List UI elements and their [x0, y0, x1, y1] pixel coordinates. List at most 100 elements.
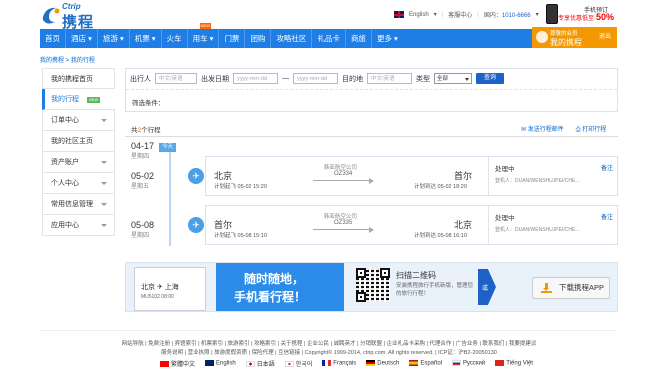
- footer-copyright[interactable]: 服务说明 | 营业执照 | 旅游度假资质 | 保险代理 | 互信链接 | Cop…: [0, 348, 658, 356]
- app-promo-line2[interactable]: 专享优惠低至: [558, 13, 594, 22]
- footer-links[interactable]: 网站导航 | 免费注册 | 宾馆索引 | 机票索引 | 旅游索引 | 攻略索引 …: [0, 339, 658, 347]
- sidebar-item-info[interactable]: 常用信息管理: [42, 194, 115, 215]
- airline-name: 韩亚航空公司: [324, 214, 358, 220]
- flight-number: OZ335: [334, 220, 353, 226]
- departure-city: 北京: [214, 171, 233, 181]
- nav-item-giftcard[interactable]: 礼品卡: [312, 29, 346, 48]
- banner-slogan-1: 随时随地，: [244, 272, 305, 286]
- lang-ko[interactable]: 한국어: [284, 359, 312, 368]
- departure-time: 计划起飞 05-02 15:20: [214, 184, 267, 190]
- nav-item-flight[interactable]: 机票 ▾: [130, 29, 162, 48]
- lang-en[interactable]: English: [205, 360, 236, 367]
- lang-es[interactable]: Español: [409, 360, 442, 367]
- nav-item-hotel[interactable]: 酒店 ▾: [66, 29, 98, 48]
- flight-number: OZ334: [334, 171, 353, 177]
- divider: [125, 136, 618, 137]
- trip-card[interactable]: 北京 计划起飞 05-02 15:20 韩亚航空公司 OZ334 首尔 计划到达…: [205, 156, 618, 196]
- traveler-input[interactable]: 中文/英语: [155, 73, 197, 84]
- nav-item-community[interactable]: 攻略社区: [271, 29, 313, 48]
- sidebar-item-my-trips[interactable]: 我的行程 NEW: [42, 89, 115, 110]
- service-center-link[interactable]: 客服中心: [448, 10, 472, 19]
- order-status: 处理中: [495, 166, 515, 173]
- divider: [40, 330, 617, 331]
- chevron-down-icon: [101, 203, 107, 206]
- nav-item-tickets[interactable]: 门票: [219, 29, 246, 48]
- destination-input[interactable]: 中文/英语: [367, 73, 412, 84]
- date-label: 出发日期: [201, 75, 229, 83]
- sidebar-item-home[interactable]: 我的携程首页: [42, 68, 115, 89]
- new-badge: NEW: [199, 23, 211, 29]
- chevron-down-icon[interactable]: ▾: [434, 11, 437, 18]
- lang-vi[interactable]: Tiếng Việt: [495, 360, 533, 367]
- remark-link[interactable]: 备注: [601, 163, 613, 172]
- or-label: 或: [482, 286, 489, 292]
- logo-icon[interactable]: [40, 4, 62, 26]
- lang-fr[interactable]: Français: [322, 360, 356, 367]
- send-email-link[interactable]: ✉ 发送行程邮件: [521, 124, 564, 134]
- nav-item-car[interactable]: 用车 ▾ NEW: [188, 23, 220, 48]
- today-badge: 今天: [159, 143, 177, 152]
- nav-item-more[interactable]: 更多 ▾: [372, 29, 403, 48]
- breadcrumb[interactable]: 我的携程 > 我的行程: [40, 55, 95, 64]
- flag-icon: [495, 360, 505, 367]
- sidebar-item-apps[interactable]: 应用中心: [42, 215, 115, 236]
- nav-item-groupbuy[interactable]: 团购: [245, 29, 272, 48]
- sidebar-item-orders[interactable]: 订单中心: [42, 110, 115, 131]
- date-group: 05-08 星期四: [131, 220, 154, 239]
- print-link[interactable]: ⎙ 打印行程: [576, 124, 606, 134]
- trip-card[interactable]: 首尔 计划起飞 05-08 15:10 韩亚航空公司 OZ335 北京 计划到达…: [205, 205, 618, 245]
- nav-item-train[interactable]: 火车: [162, 29, 188, 48]
- main-nav: 首页 酒店 ▾ 旅游 ▾ 机票 ▾ 火车 用车 ▾ NEW 门票 团购 攻略社区 …: [40, 23, 617, 48]
- app-banner: 北京 ✈ 上海 MU5102 08:00 随时随地， 手机看行程！ 扫描二维码 …: [125, 262, 618, 312]
- sidebar-item-profile[interactable]: 个人中心: [42, 173, 115, 194]
- logout-link[interactable]: 退出: [599, 31, 611, 40]
- nav-item-travel[interactable]: 旅游 ▾: [98, 29, 130, 48]
- trip-date: 05-02: [131, 171, 155, 181]
- departure-time: 计划起飞 05-08 15:10: [214, 233, 267, 239]
- my-ctrip-link[interactable]: 我的携程: [550, 37, 582, 48]
- nav-item-home[interactable]: 首页: [40, 29, 66, 48]
- date-to-input[interactable]: yyyy-mm-dd: [293, 73, 338, 84]
- flag-icon: [284, 361, 294, 368]
- member-box[interactable]: 尊敬的会员 我的携程 退出: [532, 27, 617, 48]
- flag-icon: [245, 361, 255, 368]
- sidebar-item-community[interactable]: 我的社区主页: [42, 131, 115, 152]
- remark-link[interactable]: 备注: [601, 212, 613, 221]
- trip-count: 共2个行程: [131, 127, 161, 134]
- lang-ru[interactable]: Русский: [452, 360, 485, 367]
- arrow-right-icon: [313, 178, 374, 184]
- sidebar-item-assets[interactable]: 资产账户: [42, 152, 115, 173]
- banner-slogan-2: 手机看行程！: [234, 290, 307, 304]
- arrival-city: 首尔: [454, 171, 473, 181]
- lang-zh-tw[interactable]: 繁體中文: [160, 359, 195, 368]
- top-links: English ▾ | 客服中心 | 国内：1010-6666 ▾: [394, 10, 539, 19]
- date-from-input[interactable]: yyyy-mm-dd: [233, 73, 278, 84]
- chevron-down-icon: [101, 161, 107, 164]
- date-separator: —: [282, 75, 289, 82]
- domestic-phone: 1010-6666: [501, 13, 531, 19]
- language-links: 繁體中文 English 日本語 한국어 Français Deutsch Es…: [160, 359, 533, 368]
- arrival-time: 计划到达 05-08 16:10: [414, 233, 467, 239]
- destination-label: 目的地: [342, 75, 363, 83]
- uk-flag-icon: [394, 11, 404, 18]
- nav-item-business[interactable]: 商旅: [346, 29, 372, 48]
- member-label: 尊敬的会员: [550, 31, 578, 37]
- domestic-label: 国内：: [483, 13, 502, 19]
- lang-de[interactable]: Deutsch: [366, 360, 399, 367]
- app-promo-pct[interactable]: 50%: [596, 12, 614, 22]
- lang-ja[interactable]: 日本語: [245, 359, 275, 368]
- chevron-down-icon[interactable]: ▾: [536, 11, 539, 18]
- plane-icon: ✈: [188, 217, 204, 233]
- flag-icon: [205, 360, 215, 367]
- arrival-city: 北京: [454, 220, 473, 230]
- type-select[interactable]: 全部: [434, 73, 472, 84]
- download-icon: [541, 283, 552, 293]
- timeline-line: [169, 150, 171, 246]
- status-column: 处理中 备注 登机人：DUAN/WENSHUJPEI/CHE...: [488, 157, 619, 195]
- query-button[interactable]: 查询: [476, 73, 505, 84]
- language-link[interactable]: English: [409, 12, 429, 18]
- download-app-button[interactable]: 下载携程APP: [532, 277, 610, 299]
- passenger-names: 登机人：DUAN/WENSHUJPEI/CHE...: [495, 178, 580, 184]
- mobile-phone-icon[interactable]: [546, 4, 558, 24]
- flag-icon: [409, 360, 419, 367]
